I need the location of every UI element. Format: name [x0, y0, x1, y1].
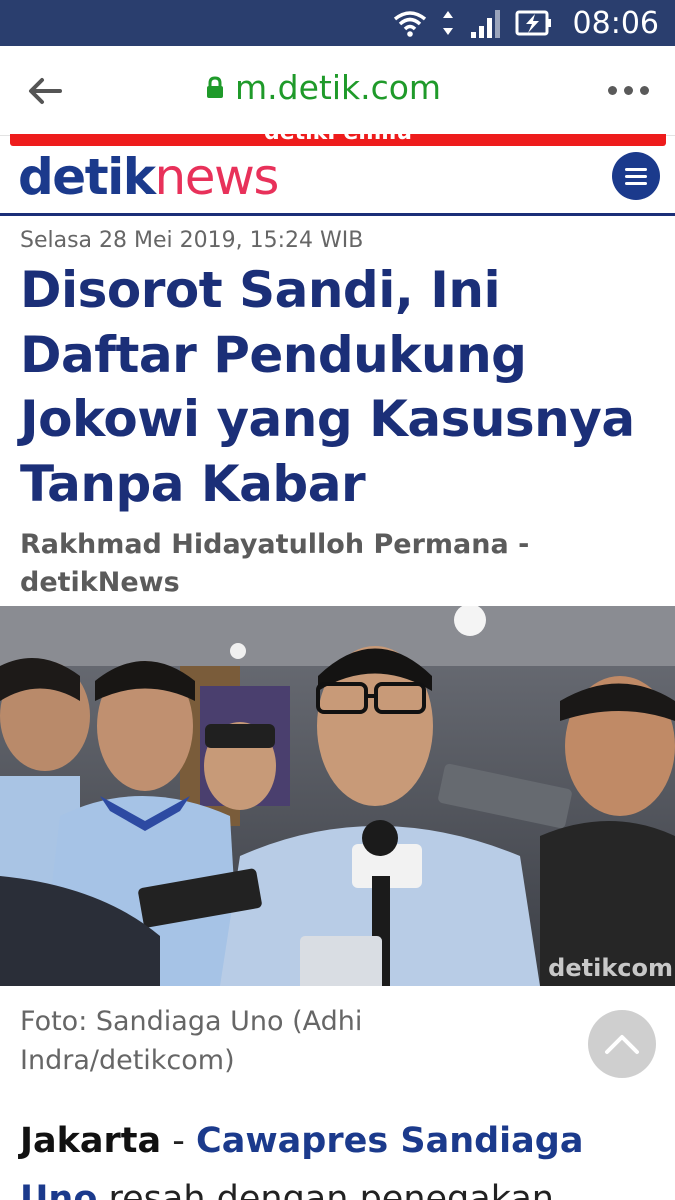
back-button[interactable]: [26, 74, 66, 108]
battery-charging-icon: [515, 10, 551, 36]
article-title: Disorot Sandi, Ini Daftar Pendukung Joko…: [20, 261, 635, 513]
photo-caption: Foto: Sandiaga Uno (Adhi Indra/detikcom): [20, 1006, 363, 1076]
logo-detik: detik: [18, 148, 156, 206]
body-text: resah dengan penegakan: [97, 1179, 554, 1200]
article-author: Rakhmad Hidayatulloh Permana - detikNews: [20, 529, 530, 598]
status-icons: 08:06: [393, 6, 659, 41]
logo-news: news: [154, 148, 280, 206]
body-dash: -: [161, 1121, 197, 1161]
detiknews-logo[interactable]: detiknews: [18, 148, 280, 206]
address-bar[interactable]: m.detik.com: [205, 68, 441, 107]
article-body: Jakarta - Cawapres Sandiaga Uno resah de…: [20, 1112, 660, 1200]
more-options-button[interactable]: [608, 86, 649, 95]
article-photo[interactable]: detikcom: [0, 606, 675, 986]
status-bar: 08:06: [0, 0, 675, 46]
article-date: Selasa 28 Mei 2019, 15:24 WIB: [20, 228, 364, 253]
pemilu-banner[interactable]: detikPemilu: [10, 134, 666, 146]
more-dots-icon: [640, 86, 649, 95]
photo-watermark: detikcom: [548, 954, 673, 982]
scroll-to-top-button[interactable]: [588, 1010, 656, 1078]
lock-icon: [207, 75, 223, 98]
more-dots-icon: [608, 86, 617, 95]
photo-illustration: [0, 606, 675, 986]
status-time: 08:06: [572, 5, 659, 41]
chevron-up-icon: [605, 1035, 639, 1054]
data-arrows-icon: [442, 11, 453, 35]
hamburger-menu-button[interactable]: [612, 152, 660, 200]
more-dots-icon: [624, 86, 633, 95]
browser-toolbar: m.detik.com: [0, 46, 675, 136]
site-header: detiknews: [0, 146, 675, 216]
wifi-icon: [393, 11, 426, 37]
url-text: m.detik.com: [235, 68, 442, 107]
pemilu-banner-label: detikPemilu: [10, 134, 666, 145]
hamburger-menu-icon: [625, 181, 647, 185]
hamburger-menu-icon: [625, 174, 647, 178]
signal-icon: [470, 10, 500, 38]
body-city: Jakarta: [20, 1121, 162, 1161]
back-arrow-icon: [29, 78, 62, 104]
hamburger-menu-icon: [625, 167, 647, 171]
